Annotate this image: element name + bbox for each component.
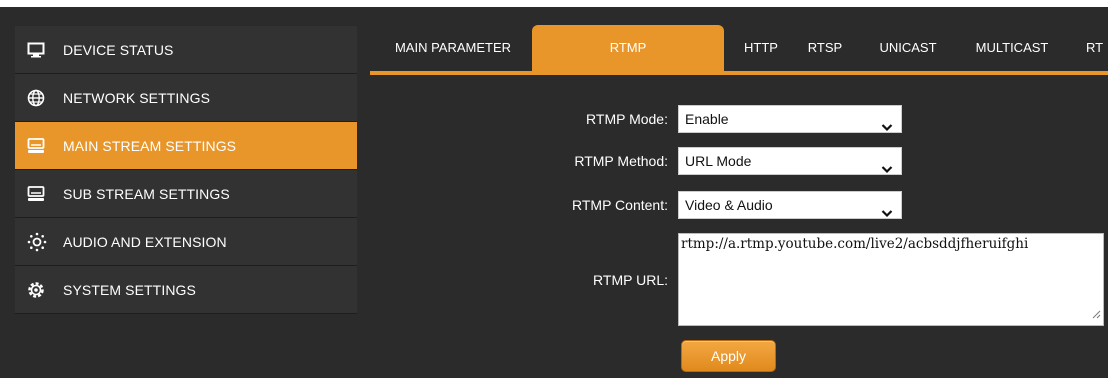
sidebar-item-label: DEVICE STATUS: [63, 41, 174, 58]
sidebar-item-sub-stream-settings[interactable]: SUB STREAM SETTINGS: [15, 170, 357, 218]
rtmp-content-label: RTMP Content:: [572, 197, 668, 213]
tab-underline: [370, 71, 1108, 75]
sidebar-item-label: MAIN STREAM SETTINGS: [63, 137, 237, 154]
sidebar-item-label: NETWORK SETTINGS: [63, 89, 211, 106]
rtmp-method-select[interactable]: URL Mode: [678, 147, 902, 175]
globe-icon: [27, 89, 57, 107]
sidebar-menu: DEVICE STATUS NETWORK SETTINGS MAIN STRE…: [15, 26, 357, 314]
tab-bar: MAIN PARAMETER RTMP HTTP RTSP UNICAST MU…: [370, 25, 1108, 71]
sidebar-item-label: SUB STREAM SETTINGS: [63, 185, 230, 202]
hard-drive-icon: [27, 137, 57, 154]
tab-rtsp[interactable]: RTSP: [797, 25, 853, 71]
rtmp-method-value: URL Mode: [685, 153, 752, 169]
rtmp-method-label: RTMP Method:: [574, 153, 668, 169]
resize-grip-icon[interactable]: [1092, 307, 1101, 323]
top-strip: [0, 0, 1108, 7]
rtmp-url-label: RTMP URL:: [593, 272, 668, 288]
sidebar-item-system-settings[interactable]: SYSTEM SETTINGS: [15, 266, 357, 314]
rtmp-content-value: Video & Audio: [685, 197, 773, 213]
rtmp-mode-label: RTMP Mode:: [586, 111, 668, 127]
chevron-down-icon: [881, 114, 893, 140]
tab-rtmp[interactable]: RTMP: [532, 25, 724, 71]
gear-icon: [27, 281, 57, 299]
sun-icon: [27, 232, 57, 252]
apply-button[interactable]: Apply: [681, 340, 776, 372]
main-panel: MAIN PARAMETER RTMP HTTP RTSP UNICAST MU…: [370, 7, 1108, 378]
sidebar-item-label: SYSTEM SETTINGS: [63, 281, 196, 298]
tab-rt[interactable]: RT: [1086, 25, 1108, 71]
rtmp-content-select[interactable]: Video & Audio: [678, 191, 902, 219]
tab-unicast[interactable]: UNICAST: [868, 25, 948, 71]
rtmp-url-textarea[interactable]: rtmp://a.rtmp.youtube.com/live2/acbsddjf…: [678, 233, 1104, 326]
monitor-icon: [27, 42, 57, 58]
rtmp-url-value: rtmp://a.rtmp.youtube.com/live2/acbsddjf…: [681, 236, 1029, 252]
rtmp-mode-select[interactable]: Enable: [678, 105, 902, 133]
tab-main-parameter[interactable]: MAIN PARAMETER: [374, 25, 532, 71]
hard-drive-icon: [27, 185, 57, 202]
tab-http[interactable]: HTTP: [731, 25, 791, 71]
chevron-down-icon: [881, 200, 893, 226]
sidebar-item-audio-and-extension[interactable]: AUDIO AND EXTENSION: [15, 218, 357, 266]
sidebar-item-label: AUDIO AND EXTENSION: [63, 233, 227, 250]
sidebar-item-device-status[interactable]: DEVICE STATUS: [15, 26, 357, 74]
sidebar-item-main-stream-settings[interactable]: MAIN STREAM SETTINGS: [15, 122, 357, 170]
sidebar: DEVICE STATUS NETWORK SETTINGS MAIN STRE…: [0, 7, 370, 378]
tab-multicast[interactable]: MULTICAST: [962, 25, 1062, 71]
sidebar-item-network-settings[interactable]: NETWORK SETTINGS: [15, 74, 357, 122]
rtmp-mode-value: Enable: [685, 111, 729, 127]
chevron-down-icon: [881, 156, 893, 182]
